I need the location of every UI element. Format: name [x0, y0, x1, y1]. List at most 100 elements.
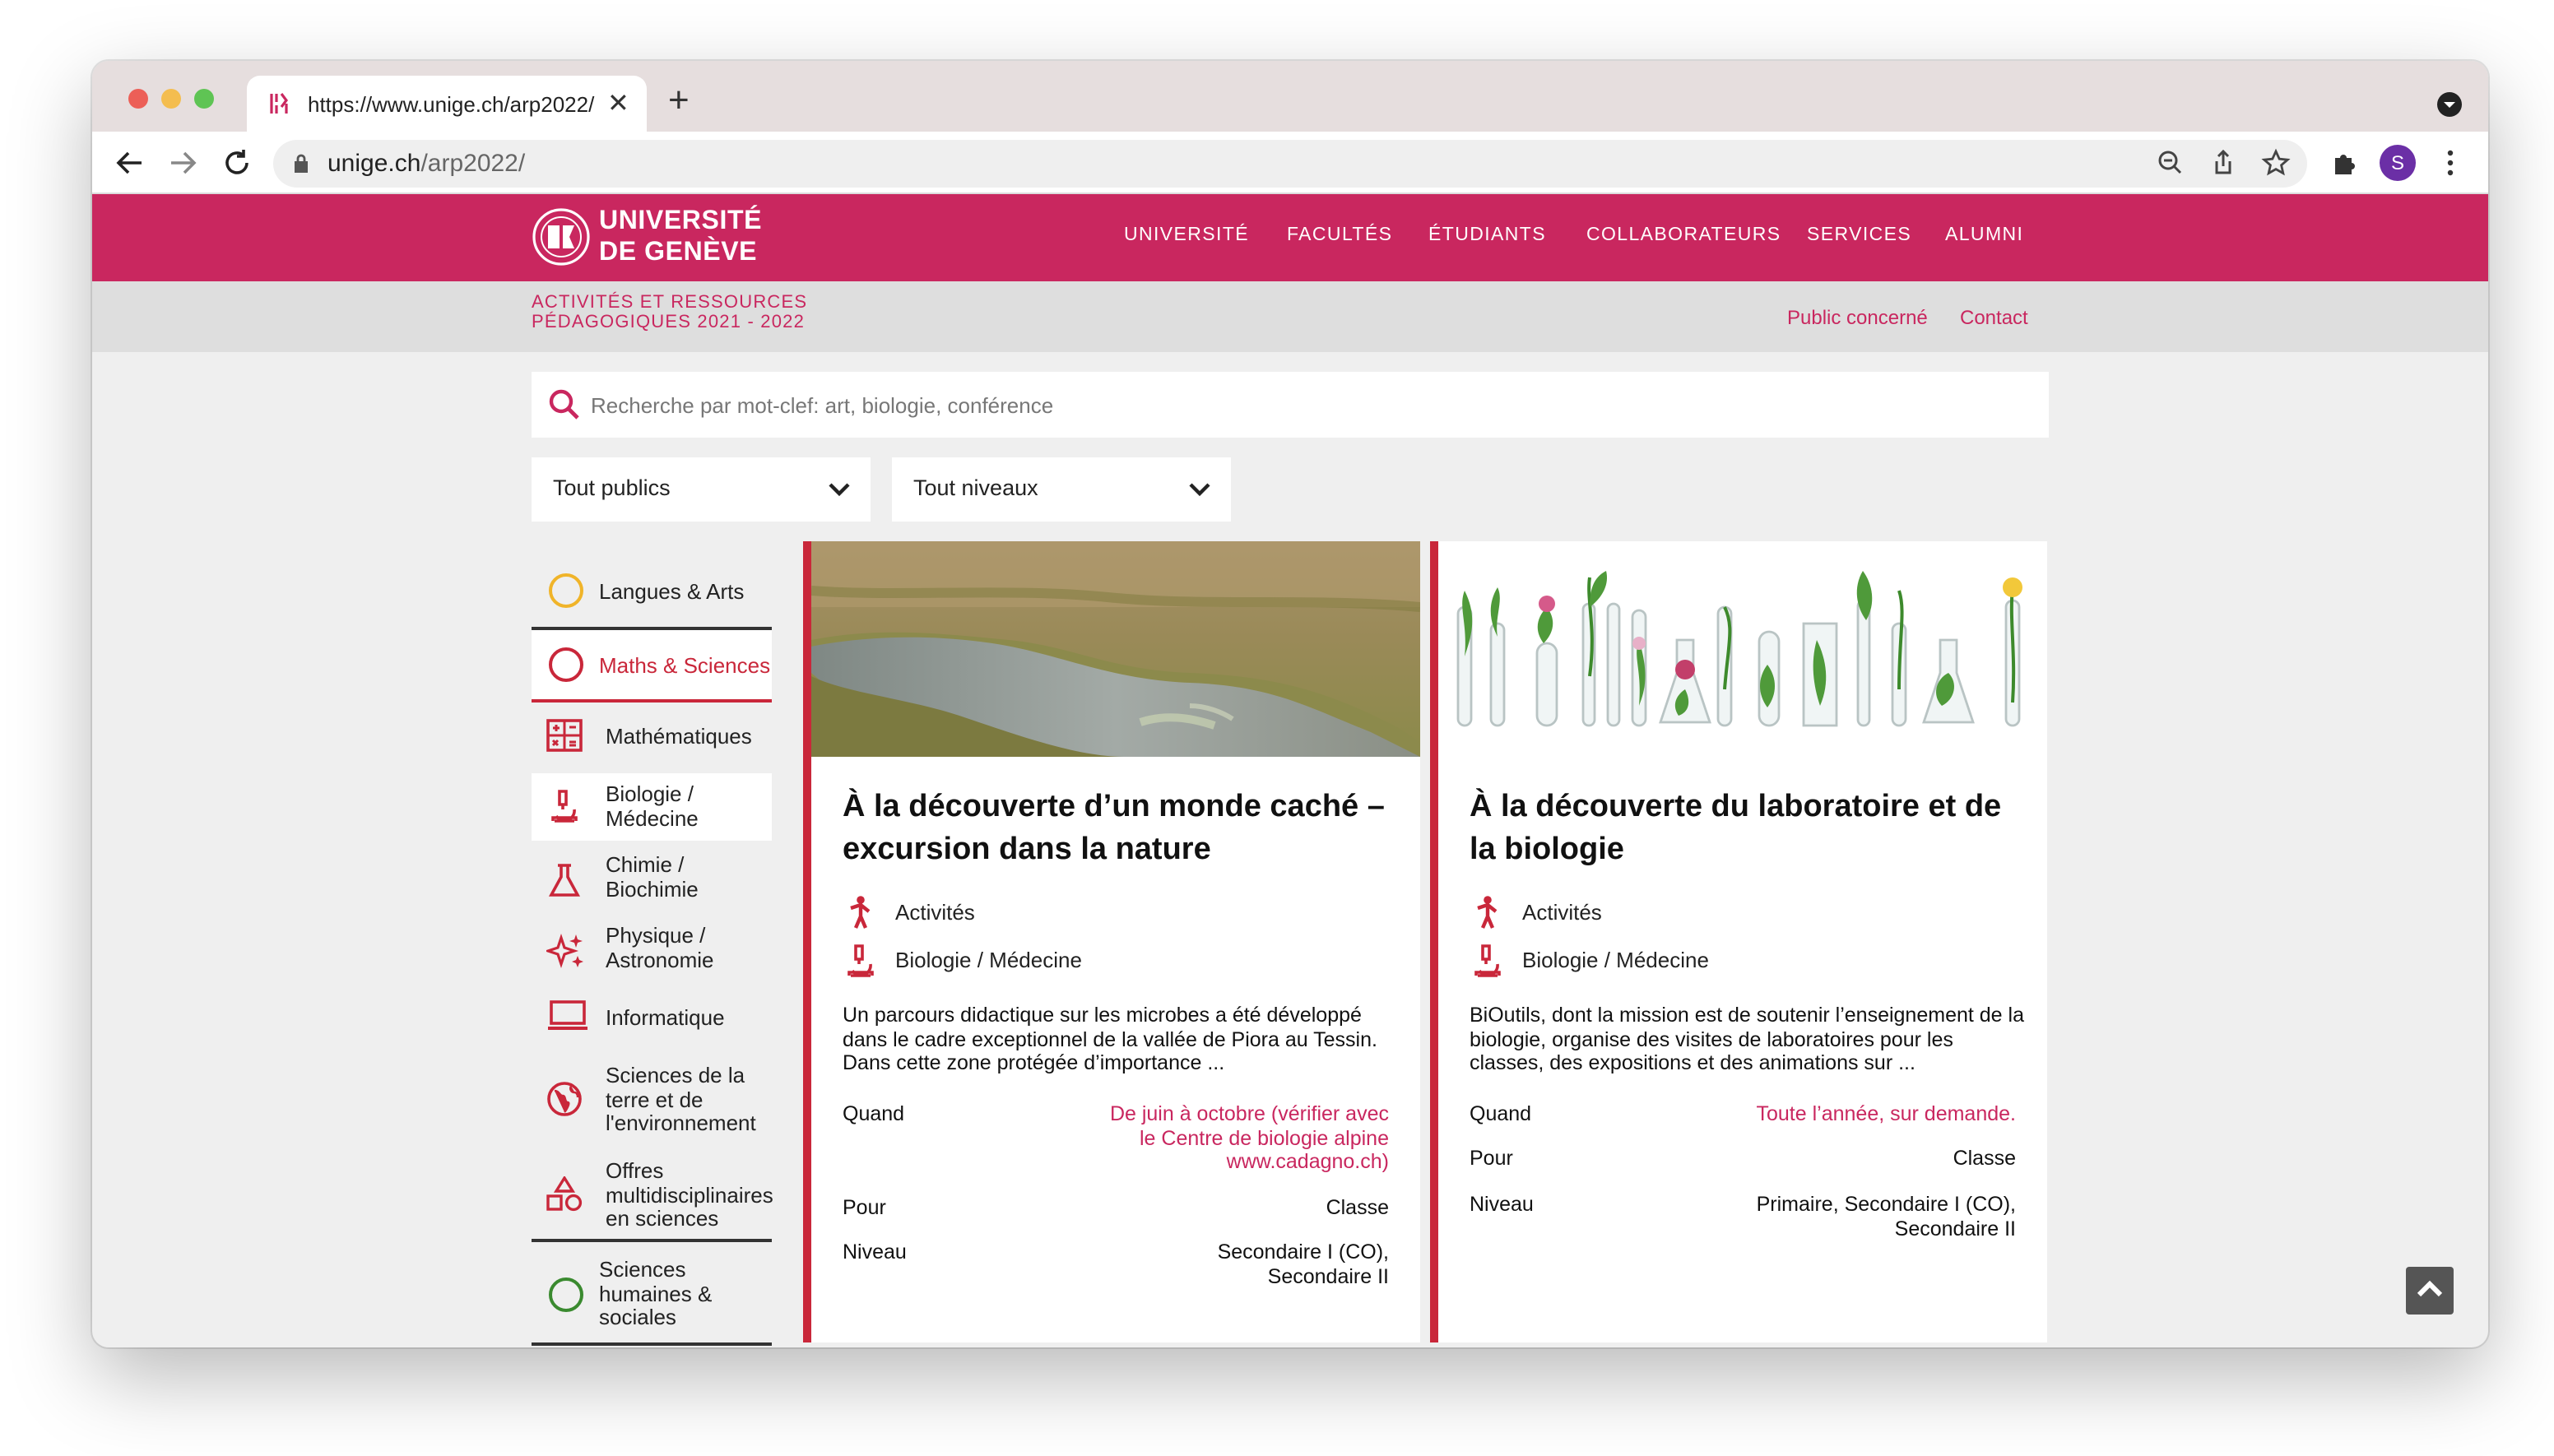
subitem-label: Mathématiques — [606, 724, 752, 749]
maximize-window-button[interactable] — [194, 89, 214, 109]
chevron-down-icon — [2444, 102, 2455, 108]
for-value: Classe — [1326, 1196, 1389, 1219]
level-value: Secondaire I (CO), Secondaire II — [1217, 1240, 1389, 1287]
card-domain-label: Biologie / Médecine — [1522, 948, 1709, 972]
subitem-biologie-medecine[interactable]: Biologie / Médecine — [532, 773, 772, 841]
address-bar[interactable]: unige.ch/arp2022/ — [273, 140, 2307, 188]
section-subheader: ACTIVITÉS ET RESSOURCES PÉDAGOGIQUES 202… — [92, 281, 2488, 352]
niveau-filter-select[interactable]: Tout niveaux — [892, 457, 1231, 522]
category-langues-arts[interactable]: Langues & Arts — [532, 573, 772, 609]
card-description: BiOutils, dont la mission est de souteni… — [1470, 1004, 2024, 1074]
category-sciences-humaines-sociales[interactable]: Sciences humaines & sociales — [532, 1255, 772, 1334]
site-header: UNIVERSITÉ DE GENÈVE UNIVERSITÉ FACULTÉS… — [92, 194, 2488, 281]
unige-seal-logo[interactable] — [532, 207, 591, 267]
level-label: Niveau — [1470, 1193, 1534, 1216]
subitem-label: Physique / Astronomie — [606, 923, 714, 971]
card-type-label: Activités — [895, 900, 975, 925]
for-label: Pour — [843, 1196, 886, 1219]
card-image-marsh — [811, 541, 1420, 757]
calculator-icon — [546, 719, 583, 752]
category-maths-sciences[interactable]: Maths & Sciences — [532, 630, 772, 699]
subitem-informatique[interactable]: Informatique — [532, 997, 772, 1036]
subitem-offres-multidisciplinaires[interactable]: Offres multidisciplinaires en sciences — [532, 1159, 773, 1232]
section-title-line-2: PÉDAGOGIQUES 2021 - 2022 — [532, 313, 806, 332]
chevron-down-icon — [829, 483, 850, 497]
when-label: Quand — [1470, 1102, 1532, 1125]
scroll-to-top-button[interactable] — [2406, 1267, 2454, 1315]
back-arrow-icon[interactable] — [112, 145, 148, 181]
search-input[interactable] — [591, 382, 2006, 428]
subitem-label: Offres multidisciplinaires en sciences — [606, 1158, 773, 1231]
nav-facultes[interactable]: FACULTÉS — [1287, 225, 1392, 245]
level-value: Primaire, Secondaire I (CO), Secondaire … — [1756, 1193, 2016, 1240]
section-title[interactable]: ACTIVITÉS ET RESSOURCES PÉDAGOGIQUES 202… — [532, 293, 807, 332]
divider — [532, 1342, 772, 1346]
sparkles-icon — [546, 933, 583, 969]
bookmark-star-icon[interactable] — [2261, 148, 2291, 178]
globe-icon — [547, 1082, 582, 1116]
tab-search-button[interactable] — [2437, 92, 2462, 117]
card-description: Un parcours didactique sur les microbes … — [843, 1004, 1377, 1074]
nav-services[interactable]: SERVICES — [1807, 225, 1911, 245]
divider — [532, 1239, 772, 1242]
lock-icon — [295, 154, 308, 173]
microscope-icon — [551, 790, 578, 823]
card-title[interactable]: À la découverte du laboratoire et de la … — [1470, 786, 2029, 872]
for-value: Classe — [1953, 1147, 2016, 1170]
card-type-label: Activités — [1522, 900, 1602, 925]
card-title[interactable]: À la découverte d’un monde caché – excur… — [843, 786, 1402, 872]
divider — [532, 699, 772, 702]
public-filter-select[interactable]: Tout publics — [532, 457, 871, 522]
url-path: /arp2022/ — [420, 150, 526, 178]
nav-collaborateurs[interactable]: COLLABORATEURS — [1586, 225, 1781, 245]
when-value: Toute l’année, sur demande. — [1756, 1102, 2017, 1125]
niveau-filter-value: Tout niveaux — [913, 475, 1038, 500]
subitem-label: Chimie / Biochimie — [606, 852, 699, 901]
url-host: unige.ch — [327, 150, 421, 178]
flask-icon — [548, 864, 581, 897]
unige-favicon-icon — [268, 92, 291, 115]
contact-link[interactable]: Contact — [1960, 306, 2028, 329]
when-label: Quand — [843, 1102, 905, 1125]
section-title-line-1: ACTIVITÉS ET RESSOURCES — [532, 293, 808, 313]
profile-avatar[interactable]: S — [2380, 145, 2416, 181]
subitem-label: Informatique — [606, 1005, 725, 1030]
tab-close-icon[interactable]: ✕ — [607, 87, 629, 120]
laptop-icon — [548, 1000, 587, 1030]
subitem-mathematiques[interactable]: Mathématiques — [532, 717, 772, 754]
category-label: Maths & Sciences — [599, 653, 771, 678]
browser-tab[interactable]: https://www.unige.ch/arp2022/ ✕ — [247, 76, 647, 133]
kebab-menu-icon[interactable] — [2436, 148, 2465, 178]
subitem-sciences-terre-environnement[interactable]: Sciences de la terre et de l'environneme… — [532, 1064, 772, 1137]
microscope-icon — [847, 944, 874, 977]
for-label: Pour — [1470, 1147, 1513, 1170]
when-value[interactable]: De juin à octobre (vérifier avec le Cent… — [1101, 1102, 1389, 1174]
subitem-chimie-biochimie[interactable]: Chimie / Biochimie — [532, 852, 772, 908]
nav-universite[interactable]: UNIVERSITÉ — [1124, 225, 1249, 245]
tab-strip: https://www.unige.ch/arp2022/ ✕ + — [92, 61, 2488, 133]
close-window-button[interactable] — [128, 89, 148, 109]
subitem-physique-astronomie[interactable]: Physique / Astronomie — [532, 923, 772, 979]
microscope-icon — [1474, 944, 1501, 977]
zoom-icon[interactable] — [2156, 148, 2185, 178]
nav-etudiants[interactable]: ÉTUDIANTS — [1428, 225, 1546, 245]
extensions-puzzle-icon[interactable] — [2330, 148, 2360, 178]
logo-line-2: DE GENÈVE — [599, 239, 758, 267]
shapes-icon — [546, 1176, 583, 1212]
public-filter-value: Tout publics — [553, 475, 671, 500]
yellow-circle-icon — [549, 573, 583, 608]
logo-line-1: UNIVERSITÉ — [599, 207, 763, 235]
share-icon[interactable] — [2208, 148, 2238, 178]
university-name[interactable]: UNIVERSITÉ DE GENÈVE — [599, 206, 762, 268]
forward-arrow-icon[interactable] — [165, 145, 201, 181]
public-concerne-link[interactable]: Public concerné — [1787, 306, 1928, 329]
subitem-label: Sciences de la terre et de l'environneme… — [606, 1063, 756, 1135]
nav-alumni[interactable]: ALUMNI — [1945, 225, 2023, 245]
reload-icon[interactable] — [219, 145, 255, 181]
activity-card[interactable]: À la découverte du laboratoire et de la … — [1430, 541, 2047, 1342]
minimize-window-button[interactable] — [161, 89, 181, 109]
url-text: unige.ch/arp2022/ — [327, 150, 525, 178]
tab-title: https://www.unige.ch/arp2022/ — [308, 92, 595, 117]
new-tab-button[interactable]: + — [668, 81, 690, 118]
activity-card[interactable]: À la découverte d’un monde caché – excur… — [803, 541, 1420, 1342]
